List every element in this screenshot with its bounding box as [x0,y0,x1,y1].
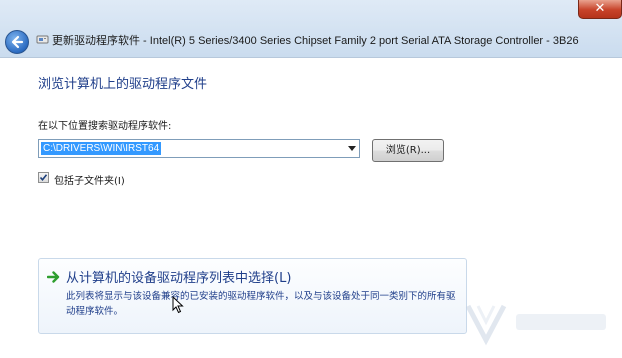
path-combobox[interactable]: C:\DRIVERS\WIN\IRST64 [38,139,360,158]
page-heading: 浏览计算机上的驱动程序文件 [38,77,208,92]
update-driver-window: ✕ 更新驱动程序软件 - Intel(R) 5 Series/3400 Seri… [0,0,622,358]
command-link-title[interactable]: 从计算机的设备驱动程序列表中选择(L) [66,267,291,286]
include-subfolders-checkbox[interactable] [38,172,49,183]
browse-button[interactable]: 浏览(R)... [372,139,444,162]
back-button[interactable] [5,30,29,54]
title-bar: ✕ 更新驱动程序软件 - Intel(R) 5 Series/3400 Seri… [0,0,622,60]
mouse-cursor-icon [172,296,184,314]
checkmark-icon [39,174,48,182]
window-title: 更新驱动程序软件 - Intel(R) 5 Series/3400 Series… [52,35,579,47]
pick-from-list-command-link[interactable]: 从计算机的设备驱动程序列表中选择(L) 此列表将显示与该设备兼容的已安装的驱动程… [38,258,467,334]
back-arrow-icon [11,35,24,49]
close-button[interactable]: ✕ [578,0,622,19]
include-subfolders-label[interactable]: 包括子文件夹(I) [54,172,125,187]
search-location-label: 在以下位置搜索驱动程序软件: [38,121,172,132]
command-link-description: 此列表将显示与该设备兼容的已安装的驱动程序软件，以及与该设备处于同一类别下的所有… [66,291,456,317]
watermark-logo-icon [465,304,606,346]
chevron-down-icon[interactable] [348,146,356,151]
device-icon [36,35,49,44]
green-arrow-icon [47,271,60,283]
path-input-value[interactable]: C:\DRIVERS\WIN\IRST64 [41,142,162,155]
